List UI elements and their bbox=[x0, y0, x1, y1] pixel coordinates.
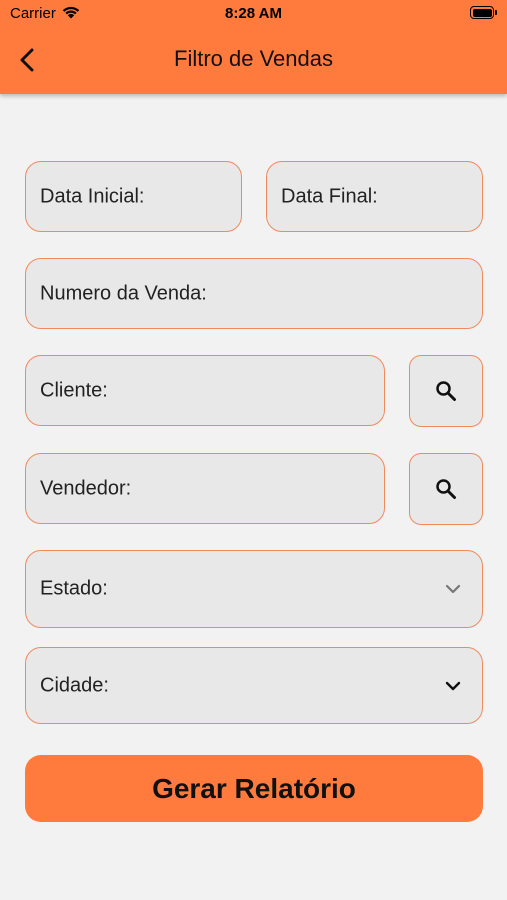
cidade-select[interactable]: Cidade: bbox=[25, 647, 483, 724]
page-title: Filtro de Vendas bbox=[174, 46, 333, 71]
data-inicial-label: Data Inicial: bbox=[40, 185, 145, 207]
cliente-field[interactable]: Cliente: bbox=[25, 355, 385, 426]
data-final-field[interactable]: Data Final: bbox=[266, 161, 483, 232]
battery-icon bbox=[470, 6, 497, 19]
cliente-search-button[interactable] bbox=[409, 355, 483, 427]
search-icon bbox=[436, 479, 456, 499]
data-inicial-field[interactable]: Data Inicial: bbox=[25, 161, 242, 232]
status-time: 8:28 AM bbox=[225, 5, 282, 22]
numero-venda-field[interactable]: Numero da Venda: bbox=[25, 258, 483, 329]
vendedor-label: Vendedor: bbox=[40, 477, 132, 499]
vendedor-field[interactable]: Vendedor: bbox=[25, 453, 385, 524]
status-bar: Carrier 8:28 AM bbox=[0, 0, 507, 28]
vendedor-search-button[interactable] bbox=[409, 453, 483, 525]
cidade-label: Cidade: bbox=[40, 674, 109, 696]
estado-label: Estado: bbox=[40, 577, 108, 600]
data-final-label: Data Final: bbox=[281, 185, 378, 207]
gerar-relatorio-button[interactable]: Gerar Relatório bbox=[25, 755, 483, 822]
chevron-down-icon bbox=[445, 584, 461, 594]
search-icon bbox=[436, 381, 456, 401]
gerar-relatorio-label: Gerar Relatório bbox=[152, 772, 356, 804]
cliente-label: Cliente: bbox=[40, 379, 108, 401]
estado-select[interactable]: Estado: bbox=[25, 550, 483, 628]
app-header: Carrier 8:28 AM Filtro de Vendas bbox=[0, 0, 507, 94]
chevron-down-icon bbox=[445, 681, 461, 690]
numero-venda-label: Numero da Venda: bbox=[40, 282, 207, 304]
